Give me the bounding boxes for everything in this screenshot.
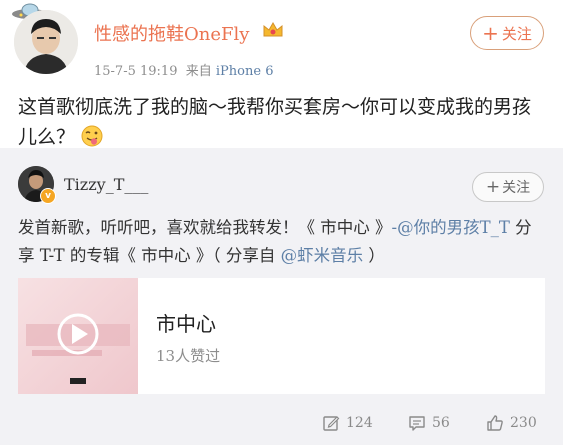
post-timestamp[interactable]: 15-7-5 19:19: [94, 64, 177, 79]
verified-badge-icon: v: [40, 188, 56, 204]
follow-label: 关注: [501, 24, 532, 43]
plus-icon: +: [482, 21, 499, 45]
tongue-emoji-icon: [81, 125, 103, 147]
repost-text-part3: ）: [363, 246, 385, 265]
plus-icon: +: [485, 176, 501, 197]
comment-action-button[interactable]: 56: [408, 414, 450, 432]
person-avatar-icon: [14, 10, 78, 74]
thumbs-up-icon: [487, 415, 503, 431]
avatar[interactable]: [14, 10, 78, 74]
mention-user-link[interactable]: -@你的男孩T_T: [392, 218, 510, 237]
post-username[interactable]: 性感的拖鞋OneFly: [94, 20, 249, 46]
like-action-button[interactable]: 230: [486, 414, 537, 432]
follow-label: 关注: [502, 180, 531, 196]
crown-badge-icon: [263, 21, 283, 37]
post-text: 这首歌彻底洗了我的脑～我帮你买套房～你可以变成我的男孩儿么？: [18, 92, 546, 152]
song-title[interactable]: 市中心: [156, 308, 216, 337]
comment-icon: [409, 416, 425, 431]
follow-button[interactable]: + 关注: [470, 16, 544, 50]
edit-repost-icon: [323, 416, 340, 431]
repost-follow-button[interactable]: + 关注: [472, 172, 544, 202]
device-link[interactable]: iPhone 6: [216, 64, 274, 79]
repost-text: 发首新歌，听听吧，喜欢就给我转发！《 市中心 》-@你的男孩T_T 分享 T-T…: [18, 214, 546, 270]
source-prefix: 来自: [185, 64, 212, 79]
repost-count: 124: [346, 415, 373, 431]
song-likes: 13人赞过: [156, 347, 221, 365]
repost-text-part1: 发首新歌，听听吧，喜欢就给我转发！《 市中心 》: [18, 218, 392, 237]
repost-username[interactable]: Tizzy_T___: [64, 175, 148, 194]
album-cover-image: [18, 278, 138, 394]
comment-count: 56: [432, 415, 450, 431]
like-count: 230: [510, 415, 537, 431]
repost-action-button[interactable]: 124: [322, 414, 373, 432]
mention-app-link[interactable]: @虾米音乐: [281, 246, 364, 265]
post-meta: 15-7-5 19:19 来自 iPhone 6: [94, 60, 273, 79]
album-cover[interactable]: [18, 278, 138, 394]
